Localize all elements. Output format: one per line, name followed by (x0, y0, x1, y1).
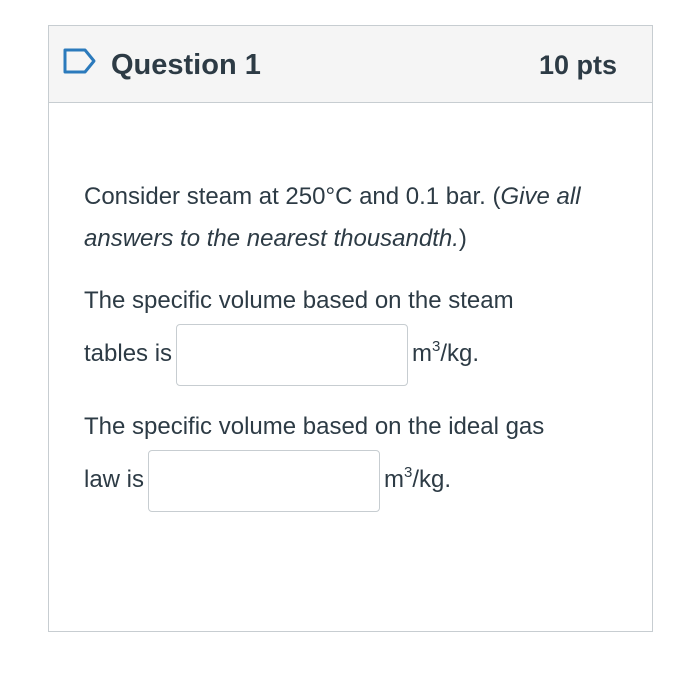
part-1-prompt: The specific volume based on the steam (84, 287, 514, 314)
steam-tables-volume-input[interactable] (176, 323, 409, 386)
question-body: Consider steam at 250°C and 0.1 bar. (Gi… (84, 176, 604, 532)
part-2-prompt: The specific volume based on the ideal g… (84, 413, 545, 440)
ideal-gas-volume-input[interactable] (148, 449, 381, 512)
part-2-unit: m3/kg. (384, 464, 452, 493)
question-points: 10 pts (538, 50, 617, 80)
question-part-2: The specific volume based on the ideal g… (84, 406, 604, 512)
question-header: Question 1 10 pts (49, 26, 652, 103)
flag-question-icon[interactable] (63, 48, 97, 74)
question-part-1: The specific volume based on the steam t… (84, 280, 604, 386)
part-2-prompt-end: law is (84, 466, 145, 493)
part-1-unit: m3/kg. (412, 338, 480, 367)
question-title: Question 1 (111, 49, 261, 81)
part-1-prompt-end: tables is (84, 340, 173, 367)
question-intro: Consider steam at 250°C and 0.1 bar. (Gi… (84, 176, 604, 260)
intro-text: Consider steam at 250°C and 0.1 bar. ( (84, 183, 501, 210)
question-card: Question 1 10 pts Consider steam at 250°… (48, 25, 653, 632)
intro-close-paren: ) (458, 225, 467, 252)
